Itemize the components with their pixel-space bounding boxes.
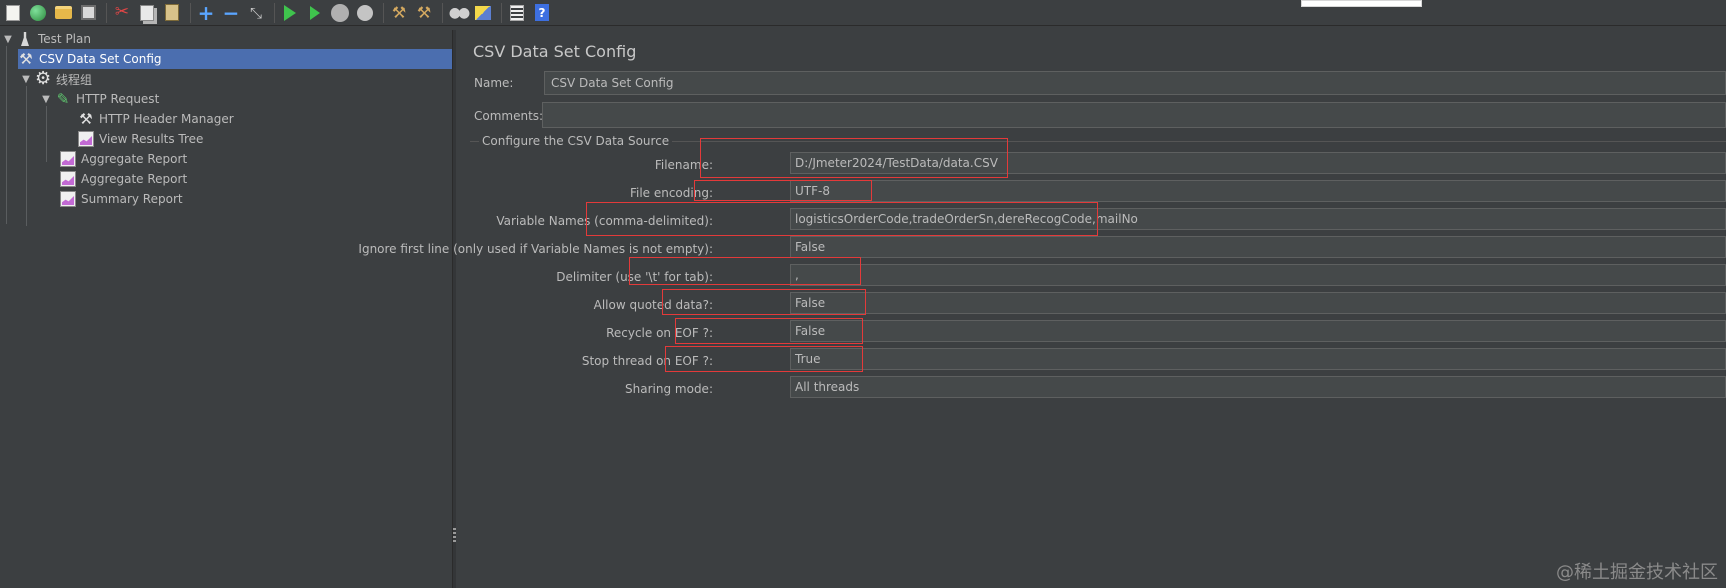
tree-guide-line <box>6 46 7 224</box>
tree-item-label: Test Plan <box>38 32 91 46</box>
tree-item-http-request[interactable]: ▼ ✎ HTTP Request <box>40 89 452 109</box>
tree-item-aggregate-report[interactable]: Aggregate Report <box>60 169 452 189</box>
tree-item-thread-group[interactable]: ▼ ⚙ 线程组 <box>20 69 452 89</box>
new-icon[interactable] <box>2 2 24 24</box>
recycle-on-eof-select[interactable]: False <box>790 320 1726 342</box>
toolbar-separator <box>106 2 107 23</box>
clear-icon[interactable]: ⚒ <box>388 2 410 24</box>
toolbar-separator <box>274 2 275 23</box>
gear-icon: ⚙ <box>35 68 52 89</box>
tree-guide-line <box>46 106 47 162</box>
toolbar-separator <box>442 2 443 23</box>
templates-icon[interactable] <box>27 2 49 24</box>
tree-guide-line <box>26 86 27 226</box>
tree-item-label: Aggregate Report <box>81 172 188 186</box>
config-panel: CSV Data Set Config Name: CSV Data Set C… <box>358 30 1726 588</box>
tree-item-label: HTTP Request <box>76 92 160 106</box>
ignore-first-line-field[interactable]: False <box>790 236 1726 258</box>
tree-item-label: HTTP Header Manager <box>99 112 234 126</box>
collapse-icon[interactable]: − <box>220 2 242 24</box>
cut-icon[interactable]: ✂ <box>111 2 133 24</box>
group-title: Configure the CSV Data Source <box>479 134 673 148</box>
chevron-down-icon[interactable]: ▼ <box>20 74 32 85</box>
name-field[interactable]: CSV Data Set Config <box>544 71 1726 95</box>
paste-icon[interactable] <box>161 2 183 24</box>
start-icon[interactable] <box>279 2 301 24</box>
toolbar: ✂ + − ⤡ ⚒ ⚒ ●● ? <box>0 0 1726 26</box>
tree-item-aggregate-report[interactable]: Aggregate Report <box>60 149 452 169</box>
tree-item-test-plan[interactable]: ▼ Test Plan <box>2 29 452 49</box>
open-icon[interactable] <box>52 2 74 24</box>
chevron-down-icon[interactable]: ▼ <box>2 34 14 45</box>
filename-field[interactable]: D:/Jmeter2024/TestData/data.CSV <box>790 152 1726 174</box>
page-title: CSV Data Set Config <box>473 42 637 61</box>
comments-label: Comments: <box>474 109 544 123</box>
copy-icon[interactable] <box>136 2 158 24</box>
pen-icon: ✎ <box>56 90 70 108</box>
tree-item-label: Aggregate Report <box>81 152 188 166</box>
clear-all-icon[interactable]: ⚒ <box>413 2 435 24</box>
tree-item-label: CSV Data Set Config <box>39 52 162 66</box>
toggle-icon[interactable]: ⤡ <box>245 2 267 24</box>
graph-icon <box>60 191 76 207</box>
stop-thread-on-eof-select[interactable]: True <box>790 348 1726 370</box>
save-icon[interactable] <box>77 2 99 24</box>
ignore-first-line-label: Ignore first line (only used if Variable… <box>358 242 713 256</box>
expand-icon[interactable]: + <box>195 2 217 24</box>
stop-thread-on-eof-label: Stop thread on EOF ?: <box>581 354 713 368</box>
tree-item-label: View Results Tree <box>99 132 204 146</box>
sharing-mode-select[interactable]: All threads <box>790 376 1726 398</box>
toolbar-separator <box>190 2 191 23</box>
tree-item-csv-data-set-config[interactable]: ⚒ CSV Data Set Config <box>18 49 452 69</box>
start-no-pause-icon[interactable] <box>304 2 326 24</box>
tree-item-http-header-manager[interactable]: ⚒ HTTP Header Manager <box>78 109 452 129</box>
variable-names-label: Variable Names (comma-delimited): <box>496 214 713 228</box>
watermark: @稀土掘金技术社区 <box>1556 562 1718 583</box>
sharing-mode-label: Sharing mode: <box>625 382 713 396</box>
delimiter-label: Delimiter (use '\t' for tab): <box>556 270 713 284</box>
tree-item-label: 线程组 <box>56 72 93 87</box>
reset-search-icon[interactable] <box>472 2 494 24</box>
function-helper-icon[interactable] <box>506 2 528 24</box>
variable-names-field[interactable]: logisticsOrderCode,tradeOrderSn,dereReco… <box>790 208 1726 230</box>
filename-label: Filename: <box>654 158 713 172</box>
chevron-down-icon[interactable]: ▼ <box>40 94 52 105</box>
graph-icon <box>78 131 94 147</box>
file-encoding-field[interactable]: UTF-8 <box>790 180 1726 202</box>
test-plan-tree: ▼ Test Plan ⚒ CSV Data Set Config ▼ ⚙ 线程… <box>0 30 452 588</box>
stop-icon[interactable] <box>329 2 351 24</box>
allow-quoted-data-label: Allow quoted data?: <box>593 298 713 312</box>
comments-field[interactable] <box>542 102 1726 128</box>
file-encoding-label: File encoding: <box>629 186 713 200</box>
recycle-on-eof-label: Recycle on EOF ?: <box>606 326 713 340</box>
tools-icon: ⚒ <box>19 50 33 68</box>
tree-item-view-results-tree[interactable]: View Results Tree <box>78 129 452 149</box>
search-icon[interactable]: ●● <box>447 2 471 24</box>
shutdown-icon[interactable] <box>354 2 376 24</box>
name-label: Name: <box>474 76 514 90</box>
tree-item-label: Summary Report <box>81 192 183 206</box>
graph-icon <box>60 171 76 187</box>
popup-strip <box>1301 0 1422 7</box>
allow-quoted-data-select[interactable]: False <box>790 292 1726 314</box>
flask-icon <box>17 31 33 47</box>
delimiter-field[interactable]: , <box>790 264 1726 286</box>
tree-item-summary-report[interactable]: Summary Report <box>60 189 452 209</box>
toolbar-separator <box>501 2 502 23</box>
tools-icon: ⚒ <box>79 110 93 128</box>
help-icon[interactable]: ? <box>531 2 553 24</box>
toolbar-separator <box>383 2 384 23</box>
graph-icon <box>60 151 76 167</box>
